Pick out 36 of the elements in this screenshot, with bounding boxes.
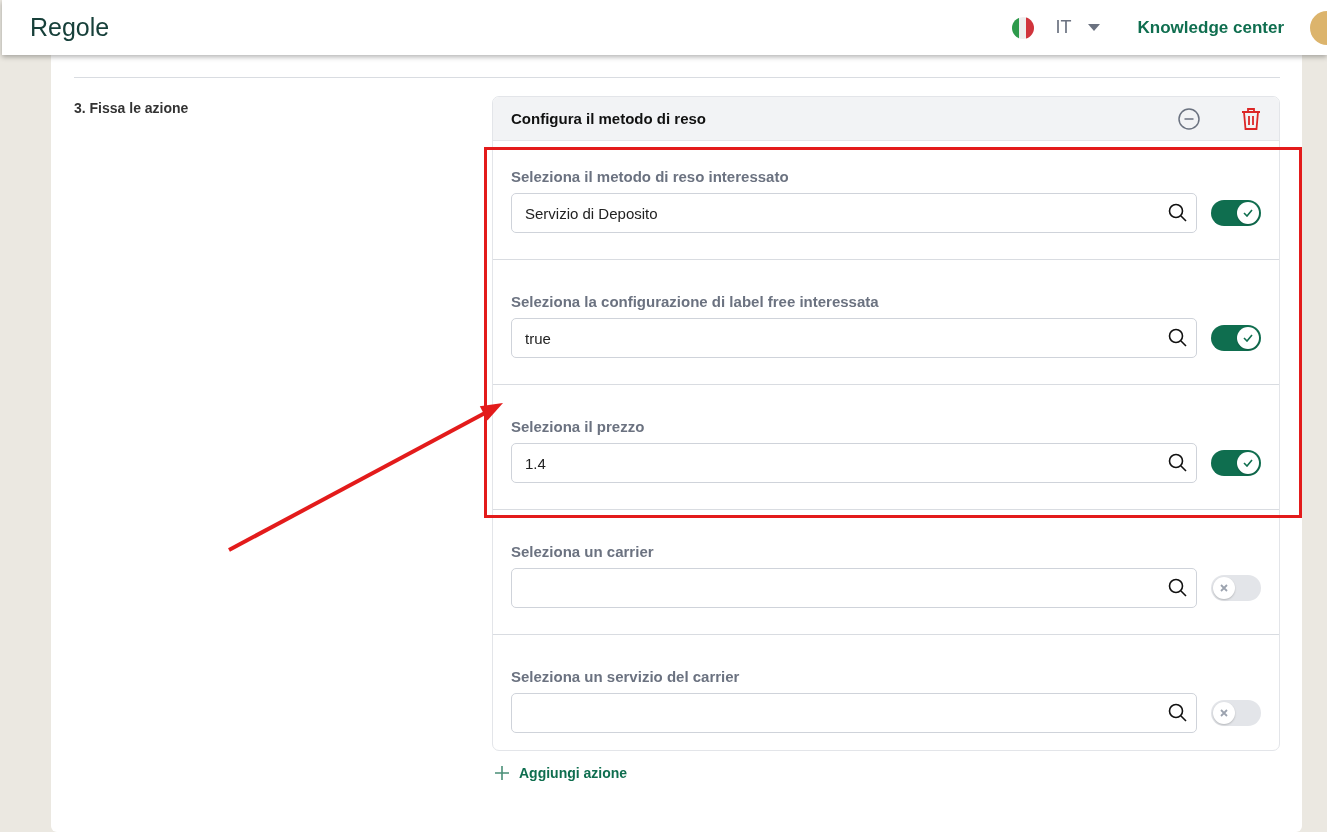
field-label: Seleziona un carrier — [511, 543, 655, 560]
search-icon[interactable] — [1168, 328, 1187, 347]
toggle-switch[interactable] — [1211, 200, 1261, 226]
panel-title: Configura il metodo di reso — [511, 110, 707, 127]
caret-icon[interactable] — [1087, 24, 1100, 31]
collapse-icon[interactable] — [1178, 107, 1200, 130]
plus-icon[interactable] — [495, 766, 509, 780]
search-icon[interactable] — [1168, 203, 1187, 222]
trash-icon[interactable] — [1241, 106, 1261, 131]
toggle-switch[interactable] — [1211, 325, 1261, 351]
field-label: Seleziona il prezzo — [511, 418, 646, 435]
close-icon — [1220, 584, 1228, 592]
toggle-switch[interactable] — [1211, 450, 1261, 476]
search-field[interactable] — [511, 568, 1197, 608]
close-icon — [1220, 709, 1228, 717]
check-icon — [1243, 459, 1253, 467]
search-field[interactable]: Servizio di Deposito — [511, 193, 1197, 233]
search-icon[interactable] — [1168, 578, 1187, 597]
search-field[interactable] — [511, 693, 1197, 733]
language-selector[interactable]: IT — [1055, 17, 1072, 38]
toggle-switch[interactable] — [1211, 700, 1261, 726]
field-label: Seleziona la configurazione di label free interessata — [511, 293, 880, 310]
section-label: 3. Fissa le azione — [74, 99, 189, 116]
toggle-switch[interactable] — [1211, 575, 1261, 601]
search-icon[interactable] — [1168, 703, 1187, 722]
check-icon — [1243, 209, 1253, 217]
search-field[interactable]: true — [511, 318, 1197, 358]
search-icon[interactable] — [1168, 453, 1187, 472]
knowledge-center-link[interactable]: Knowledge center — [1137, 17, 1284, 38]
page-title: Regole — [30, 13, 111, 42]
flag-icon[interactable] — [1011, 16, 1034, 39]
field-label: Seleziona un servizio del carrier — [511, 668, 741, 685]
add-action-link[interactable]: Aggiungi azione — [495, 765, 628, 781]
field-label: Seleziona il metodo di reso interessato — [511, 168, 790, 185]
check-icon — [1243, 334, 1253, 342]
search-field[interactable]: 1.4 — [511, 443, 1197, 483]
